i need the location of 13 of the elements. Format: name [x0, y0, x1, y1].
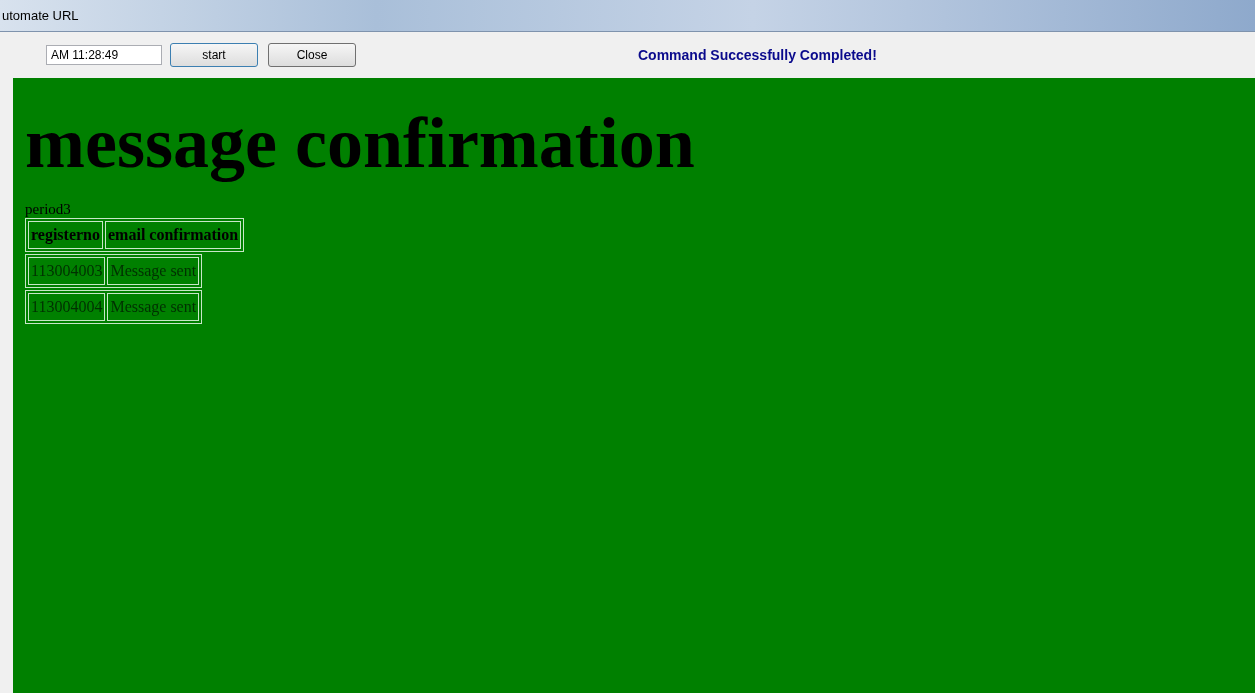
- time-field[interactable]: AM 11:28:49: [46, 45, 162, 65]
- table-cell: Message sent: [107, 293, 200, 322]
- table-cell: 113004004: [28, 293, 106, 322]
- toolbar-button[interactable]: start: [170, 43, 258, 67]
- page-heading: message confirmation: [25, 104, 696, 184]
- window-title: utomate URL: [1, 8, 79, 23]
- table-cell: 113004003: [28, 257, 106, 286]
- table-header-cell: registerno: [28, 221, 103, 250]
- table-header-cell: email confirmation: [105, 221, 242, 250]
- table-cell: Message sent: [107, 257, 200, 286]
- toolbar-button[interactable]: Close: [268, 43, 356, 67]
- caption-text: period3: [25, 201, 72, 219]
- status-message: Command Successfully Completed!: [638, 47, 877, 63]
